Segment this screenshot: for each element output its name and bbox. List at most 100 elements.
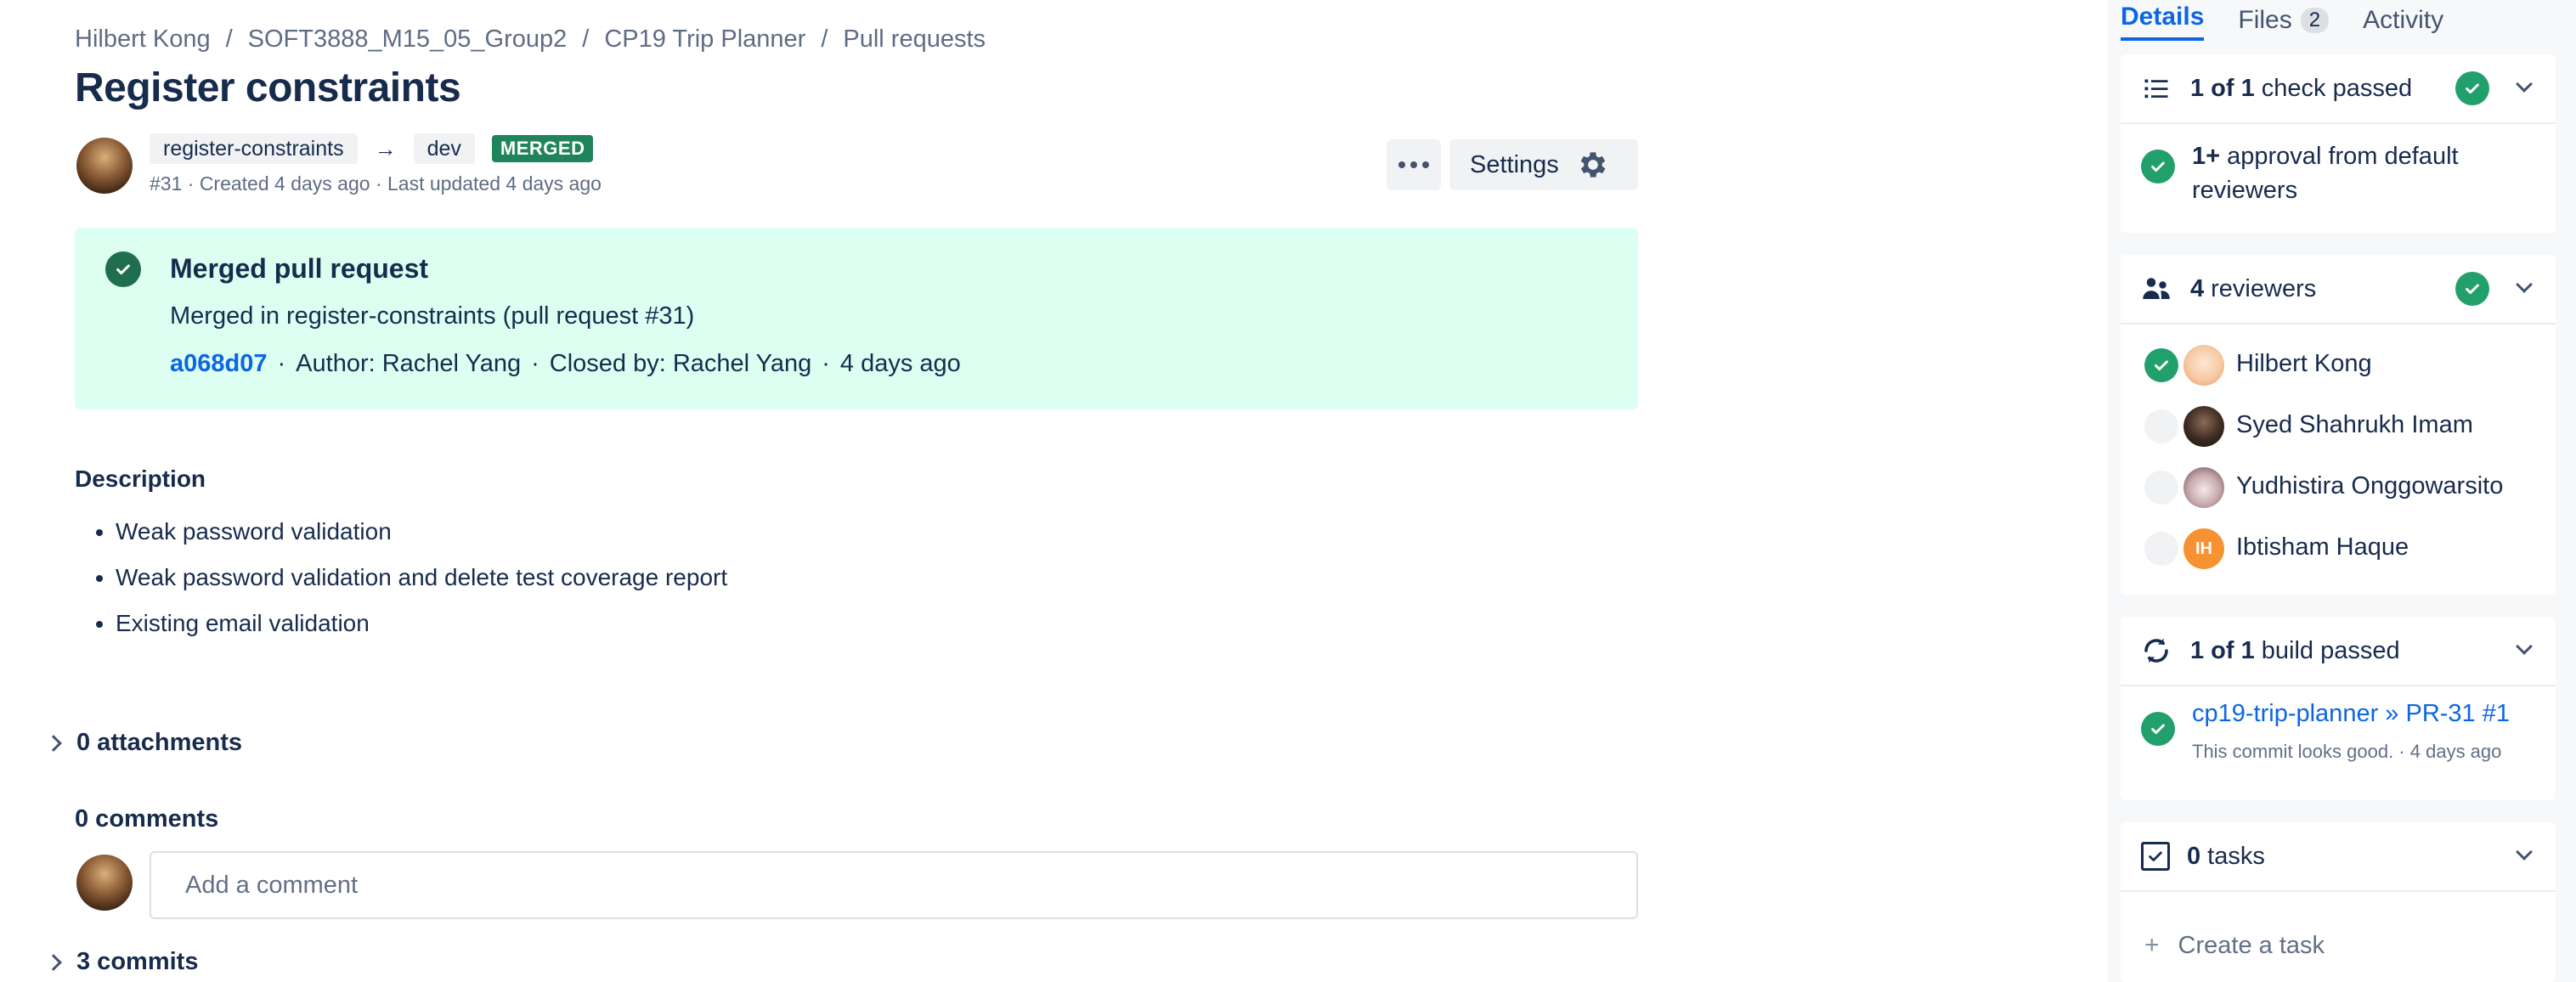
page-title: Register constraints — [75, 65, 461, 110]
sidebar-tabs: Details Files 2 Activity — [2121, 0, 2477, 41]
separator-dot: · — [531, 350, 539, 377]
list-item: Weak password validation — [116, 515, 727, 561]
approval-label: approval from default reviewers — [2192, 143, 2459, 204]
reviewer-item[interactable]: IH Ibtisham Haque — [2121, 518, 2556, 579]
more-dots-icon — [1410, 161, 1417, 168]
comments-heading: 0 comments — [75, 805, 219, 832]
commit-hash-link[interactable]: a068d07 — [170, 350, 268, 377]
reviewers-header[interactable]: 4 reviewers — [2121, 255, 2556, 323]
commits-label: 3 commits — [76, 948, 199, 975]
status-badge: MERGED — [491, 135, 594, 162]
reviewer-item[interactable]: Yudhistira Onggowarsito — [2121, 457, 2556, 518]
merged-banner: Merged pull request Merged in register-c… — [75, 228, 1638, 409]
merged-closed-by: Closed by: Rachel Yang — [549, 350, 812, 377]
more-actions-button[interactable] — [1387, 139, 1441, 190]
tab-label: Activity — [2363, 6, 2444, 34]
merged-meta: a068d07 · Author: Rachel Yang · Closed by: R… — [170, 350, 961, 378]
pr-meta: #31 · Created 4 days ago · Last updated … — [150, 172, 602, 195]
breadcrumb-separator: / — [821, 25, 828, 53]
tab-activity[interactable]: Activity — [2363, 6, 2443, 35]
reviewer-name: Syed Shahrukh Imam — [2236, 411, 2473, 438]
tab-files[interactable]: Files 2 — [2238, 6, 2330, 35]
arrow-right-icon: → — [374, 135, 397, 161]
attachments-toggle[interactable]: 0 attachments — [45, 729, 243, 757]
target-branch[interactable]: dev — [413, 133, 475, 164]
breadcrumb-project[interactable]: SOFT3888_M15_05_Group2 — [248, 25, 568, 53]
reviewer-item[interactable]: Hilbert Kong — [2121, 335, 2556, 396]
description-list: Weak password validation Weak password v… — [116, 515, 727, 652]
merged-author: Author: Rachel Yang — [296, 350, 522, 377]
builds-card: 1 of 1 build passed cp19-trip-planner » P… — [2121, 617, 2556, 800]
settings-button[interactable]: Settings — [1449, 139, 1638, 190]
checks-header[interactable]: 1 of 1 check passed — [2121, 54, 2556, 122]
approved-check-icon — [2144, 348, 2178, 382]
people-icon — [2143, 278, 2170, 299]
branch-info: register-constraints → dev MERGED — [150, 133, 594, 165]
settings-label: Settings — [1470, 150, 1559, 178]
reviewer-name: Yudhistira Onggowarsito — [2236, 472, 2504, 499]
checklist-icon — [2144, 79, 2168, 99]
reviewer-item[interactable]: Syed Shahrukh Imam — [2121, 396, 2556, 457]
tab-details[interactable]: Details — [2121, 0, 2205, 41]
chevron-down-icon — [2516, 276, 2533, 293]
builds-count: 1 of 1 — [2190, 636, 2255, 664]
avatar: IH — [2183, 528, 2224, 569]
author-avatar[interactable] — [76, 138, 133, 194]
plus-icon: + — [2144, 931, 2160, 959]
builds-label: build passed — [2261, 636, 2400, 664]
avatar — [2183, 406, 2224, 447]
current-user-avatar — [76, 855, 133, 911]
checks-card: 1 of 1 check passed 1+ approval from defa… — [2121, 54, 2556, 233]
reviewer-name: Hilbert Kong — [2236, 350, 2372, 377]
create-task-button[interactable]: + Create a task — [2144, 931, 2325, 960]
pending-status-icon — [2144, 471, 2178, 505]
check-circle-icon — [2141, 712, 2175, 746]
reviewers-label: reviewers — [2211, 274, 2317, 302]
more-dots-icon — [1398, 161, 1405, 168]
tasks-count: 0 — [2187, 842, 2201, 870]
pending-status-icon — [2144, 409, 2178, 443]
avatar — [2183, 467, 2224, 508]
chevron-right-icon — [45, 953, 62, 971]
merged-time: 4 days ago — [839, 350, 961, 377]
tasks-header[interactable]: 0 tasks — [2121, 822, 2556, 890]
build-link[interactable]: cp19-trip-planner » PR-31 #1 — [2192, 700, 2510, 728]
chevron-down-icon — [2516, 638, 2533, 655]
gear-icon — [1580, 152, 1606, 178]
separator-dot: · — [822, 350, 830, 377]
main-content: Hilbert Kong / SOFT3888_M15_05_Group2 / CP19… — [0, 0, 2107, 982]
checks-count: 1 of 1 — [2190, 74, 2255, 102]
approval-count: 1+ — [2192, 143, 2221, 170]
breadcrumb-separator: / — [582, 25, 590, 53]
commits-toggle[interactable]: 3 commits — [45, 948, 199, 976]
merged-subtitle: Merged in register-constraints (pull req… — [170, 302, 695, 330]
source-branch[interactable]: register-constraints — [150, 133, 358, 164]
chevron-down-icon — [2516, 76, 2533, 93]
breadcrumb-separator: / — [225, 25, 233, 53]
reviewer-name: Ibtisham Haque — [2236, 533, 2409, 561]
task-checkbox-icon — [2141, 842, 2170, 871]
attachments-label: 0 attachments — [76, 729, 243, 756]
list-item: Weak password validation and delete test… — [116, 561, 727, 607]
builds-header[interactable]: 1 of 1 build passed — [2121, 617, 2556, 685]
comment-input[interactable] — [150, 851, 1638, 919]
files-count-badge: 2 — [2300, 8, 2330, 33]
approval-text: 1+ approval from default reviewers — [2192, 139, 2532, 207]
breadcrumb: Hilbert Kong / SOFT3888_M15_05_Group2 / CP19… — [75, 25, 986, 54]
reviewers-card: 4 reviewers Hilbert Kong Syed Shahrukh Im… — [2121, 255, 2556, 595]
more-dots-icon — [1422, 161, 1429, 168]
build-item: cp19-trip-planner » PR-31 #1 This commit… — [2121, 686, 2556, 778]
checks-label: check passed — [2261, 74, 2413, 102]
chevron-right-icon — [45, 734, 62, 752]
breadcrumb-workspace[interactable]: Hilbert Kong — [75, 25, 211, 53]
tasks-label: tasks — [2207, 842, 2265, 870]
reviewers-count: 4 — [2190, 274, 2205, 302]
tab-label: Details — [2121, 3, 2205, 31]
description-heading: Description — [75, 466, 206, 492]
breadcrumb-repository[interactable]: CP19 Trip Planner — [604, 25, 805, 53]
divider — [2121, 890, 2556, 892]
create-task-label: Create a task — [2178, 931, 2325, 959]
breadcrumb-pull-requests[interactable]: Pull requests — [843, 25, 986, 53]
reviewer-list: Hilbert Kong Syed Shahrukh Imam Yudhisti… — [2121, 325, 2556, 579]
check-circle-icon — [105, 251, 141, 287]
